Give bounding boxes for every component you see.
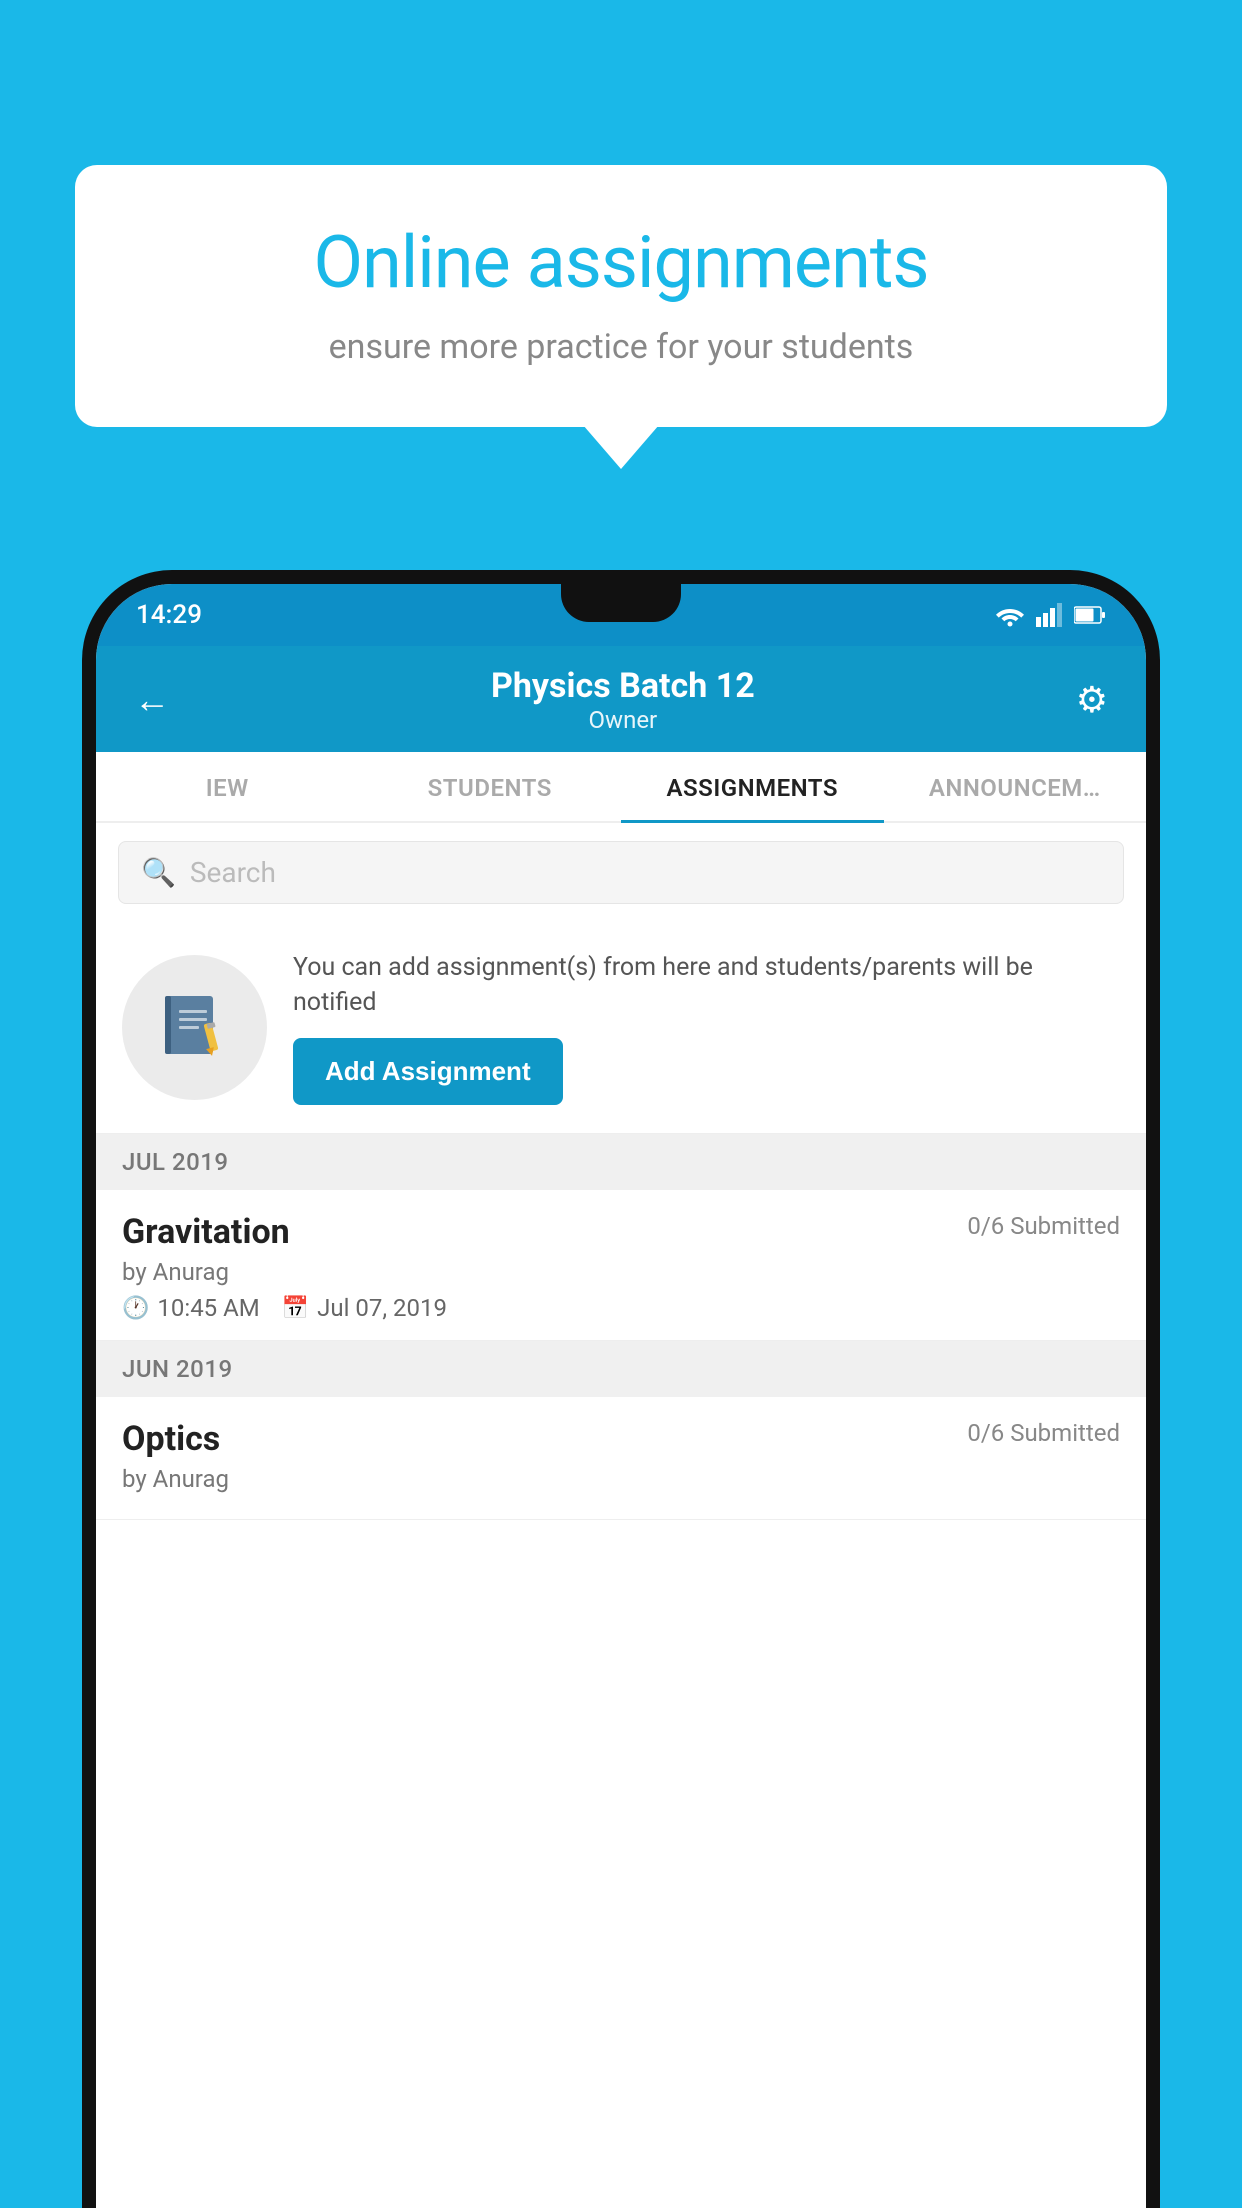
section-header-jul: JUL 2019 <box>96 1134 1146 1190</box>
notebook-icon <box>155 988 235 1068</box>
add-assignment-button[interactable]: Add Assignment <box>293 1038 563 1105</box>
assignment-submitted-gravitation: 0/6 Submitted <box>967 1212 1120 1240</box>
header-title-group: Physics Batch 12 Owner <box>491 666 755 734</box>
promo-icon-circle <box>122 955 267 1100</box>
assignment-title-gravitation: Gravitation <box>122 1212 290 1252</box>
assignment-submitted-optics: 0/6 Submitted <box>967 1419 1120 1447</box>
assignment-row-top-optics: Optics 0/6 Submitted <box>122 1419 1120 1459</box>
search-box[interactable]: 🔍 Search <box>118 841 1124 904</box>
search-placeholder: Search <box>190 856 276 889</box>
promo-content: You can add assignment(s) from here and … <box>293 950 1120 1105</box>
wifi-icon <box>994 603 1026 627</box>
status-time: 14:29 <box>136 600 202 630</box>
promo-text: You can add assignment(s) from here and … <box>293 950 1120 1020</box>
add-assignment-promo: You can add assignment(s) from here and … <box>96 922 1146 1134</box>
assignment-title-optics: Optics <box>122 1419 220 1459</box>
assignment-meta-gravitation: 🕐 10:45 AM 📅 Jul 07, 2019 <box>122 1294 1120 1322</box>
assignment-item-gravitation[interactable]: Gravitation 0/6 Submitted by Anurag 🕐 10… <box>96 1190 1146 1341</box>
assignment-by-gravitation: by Anurag <box>122 1258 1120 1286</box>
tab-assignments[interactable]: ASSIGNMENTS <box>621 752 884 823</box>
settings-icon[interactable]: ⚙ <box>1076 679 1108 721</box>
tab-announcements[interactable]: ANNOUNCEM… <box>884 752 1147 821</box>
header-subtitle: Owner <box>491 706 755 734</box>
speech-bubble-container: Online assignments ensure more practice … <box>75 165 1167 427</box>
tab-students[interactable]: STUDENTS <box>359 752 622 821</box>
bubble-title: Online assignments <box>140 220 1102 305</box>
search-container: 🔍 Search <box>96 823 1146 922</box>
back-button[interactable]: ← <box>134 679 170 721</box>
section-header-jun: JUN 2019 <box>96 1341 1146 1397</box>
notch <box>561 584 681 622</box>
phone-frame: 14:29 <box>82 570 1160 2208</box>
header-title: Physics Batch 12 <box>491 666 755 706</box>
assignment-date-value: Jul 07, 2019 <box>317 1294 447 1322</box>
app-header: ← Physics Batch 12 Owner ⚙ <box>96 646 1146 752</box>
bubble-subtitle: ensure more practice for your students <box>140 327 1102 367</box>
status-icons <box>994 603 1106 627</box>
clock-icon: 🕐 <box>122 1296 149 1321</box>
speech-bubble: Online assignments ensure more practice … <box>75 165 1167 427</box>
assignment-by-optics: by Anurag <box>122 1465 1120 1493</box>
tab-iew[interactable]: IEW <box>96 752 359 821</box>
signal-icon <box>1036 603 1064 627</box>
calendar-icon: 📅 <box>282 1296 309 1321</box>
assignment-date: 📅 Jul 07, 2019 <box>282 1294 447 1322</box>
assignment-row-top: Gravitation 0/6 Submitted <box>122 1212 1120 1252</box>
assignment-time-value: 10:45 AM <box>157 1294 259 1322</box>
assignment-time: 🕐 10:45 AM <box>122 1294 260 1322</box>
assignment-item-optics[interactable]: Optics 0/6 Submitted by Anurag <box>96 1397 1146 1520</box>
phone-screen: 14:29 <box>96 584 1146 2208</box>
search-icon: 🔍 <box>141 856 176 889</box>
battery-icon <box>1074 605 1106 625</box>
tabs-bar: IEW STUDENTS ASSIGNMENTS ANNOUNCEM… <box>96 752 1146 823</box>
